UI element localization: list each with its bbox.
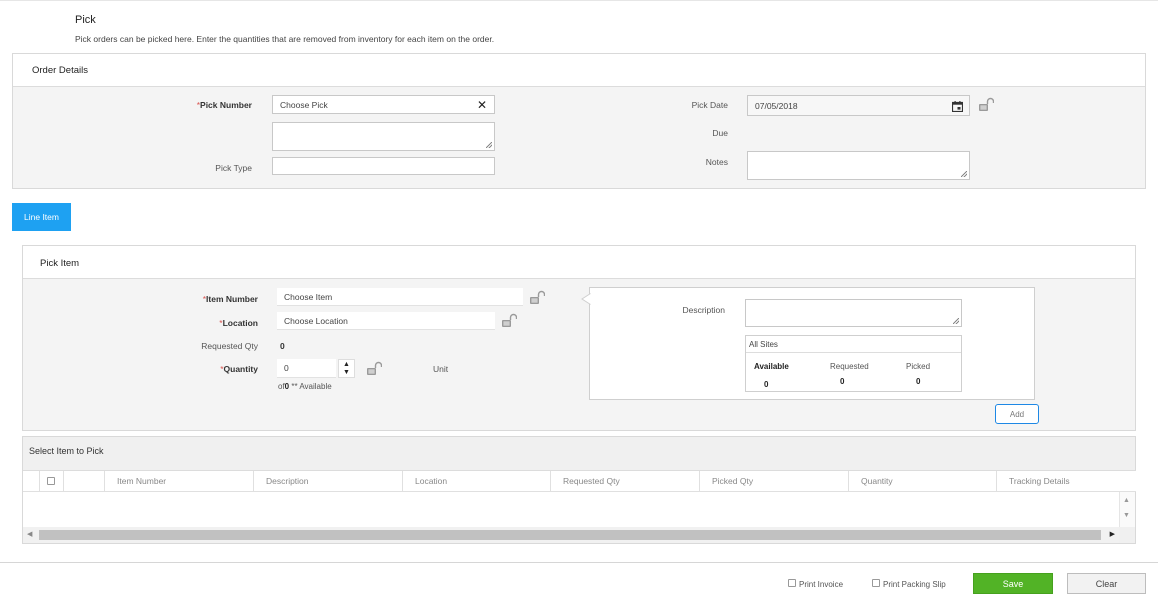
- sites-available-label: Available: [754, 362, 789, 371]
- vertical-scrollbar[interactable]: ▲ ▼: [1119, 492, 1135, 527]
- col-quantity[interactable]: Quantity: [849, 471, 997, 491]
- requested-qty-label: Requested Qty: [201, 341, 258, 351]
- description-label: Description: [682, 305, 725, 315]
- col-location[interactable]: Location: [403, 471, 551, 491]
- available-of: of: [278, 382, 285, 391]
- col-item-number[interactable]: Item Number: [105, 471, 254, 491]
- grid-body: [23, 492, 1119, 527]
- print-packing-slip-checkbox[interactable]: [872, 579, 880, 587]
- description-textarea[interactable]: [745, 299, 962, 327]
- due-label: Due: [712, 128, 728, 138]
- quantity-stepper[interactable]: ▲ ▼: [338, 359, 355, 378]
- pick-date-input[interactable]: 07/05/2018: [747, 95, 970, 116]
- pick-date-label: Pick Date: [691, 100, 728, 110]
- requested-qty-value: 0: [280, 341, 285, 351]
- pick-number-placeholder: Choose Pick: [280, 99, 328, 110]
- pick-type-input[interactable]: [272, 157, 495, 175]
- all-sites-title: All Sites: [746, 336, 961, 353]
- pick-number-label: *Pick Number: [196, 100, 252, 110]
- print-invoice-label[interactable]: Print Invoice: [799, 580, 843, 589]
- select-item-heading: Select Item to Pick: [29, 446, 104, 456]
- col-picked-qty[interactable]: Picked Qty: [700, 471, 849, 491]
- horizontal-scrollbar[interactable]: ◀ ▶: [23, 527, 1119, 543]
- print-invoice-checkbox[interactable]: [788, 579, 796, 587]
- quantity-label: *Quantity: [220, 364, 258, 374]
- select-all-cell: [40, 471, 64, 491]
- col-description[interactable]: Description: [254, 471, 403, 491]
- unlock-icon[interactable]: [366, 361, 382, 377]
- sites-available-value: 0: [764, 380, 769, 389]
- pointer-arrow-icon: [581, 293, 591, 305]
- quantity-input[interactable]: 0: [277, 359, 336, 378]
- save-button[interactable]: Save: [973, 573, 1053, 594]
- increment-icon[interactable]: ▲: [343, 361, 350, 368]
- add-button[interactable]: Add: [995, 404, 1039, 424]
- pick-date-value: 07/05/2018: [755, 100, 798, 111]
- print-packing-slip-label[interactable]: Print Packing Slip: [883, 580, 946, 589]
- unlock-icon[interactable]: [978, 97, 994, 113]
- available-hint: of0 ** Available: [278, 382, 332, 391]
- top-divider: [0, 0, 1158, 1]
- available-suffix: ** Available: [289, 382, 332, 391]
- grid-spacer: [23, 471, 40, 491]
- scroll-up-icon[interactable]: ▲: [1123, 497, 1130, 504]
- sites-picked-label: Picked: [906, 362, 931, 371]
- sites-picked-value: 0: [916, 377, 921, 386]
- footer-divider: [0, 562, 1158, 563]
- sites-requested-label: Requested: [830, 362, 869, 371]
- order-details-header: Order Details: [13, 54, 1145, 87]
- pick-type-label: Pick Type: [215, 163, 252, 173]
- decrement-icon[interactable]: ▼: [343, 369, 350, 376]
- scroll-down-icon[interactable]: ▼: [1123, 512, 1130, 519]
- notes-label: Notes: [705, 157, 728, 167]
- item-number-label: *Item Number: [202, 294, 258, 304]
- clear-button[interactable]: Clear: [1067, 573, 1146, 594]
- unit-label: Unit: [433, 364, 449, 374]
- location-label: *Location: [219, 318, 258, 328]
- select-all-checkbox[interactable]: [47, 477, 55, 485]
- scroll-thumb[interactable]: [39, 530, 1101, 540]
- pick-item-heading: Pick Item: [40, 258, 80, 269]
- calendar-icon[interactable]: [952, 101, 963, 112]
- clear-pick-icon[interactable]: ✕: [477, 98, 487, 112]
- scroll-left-icon[interactable]: ◀: [27, 530, 32, 538]
- pick-number-select[interactable]: Choose Pick ✕: [272, 95, 495, 114]
- all-sites-box: All Sites Available Requested Picked 0 0…: [745, 335, 962, 392]
- sites-requested-value: 0: [840, 377, 845, 386]
- unlock-icon[interactable]: [529, 290, 545, 306]
- col-tracking-details[interactable]: Tracking Details: [997, 471, 1120, 491]
- grid-spacer: [64, 471, 105, 491]
- pick-number-details-textarea[interactable]: [272, 122, 495, 151]
- line-item-tab[interactable]: Line Item: [12, 203, 71, 231]
- page-title: Pick: [75, 14, 96, 26]
- col-requested-qty[interactable]: Requested Qty: [551, 471, 700, 491]
- grid-header-row: Item Number Description Location Request…: [23, 470, 1136, 492]
- notes-textarea[interactable]: [747, 151, 970, 180]
- scroll-right-icon[interactable]: ▶: [1110, 530, 1115, 538]
- order-details-heading: Order Details: [32, 65, 88, 76]
- pick-item-header: Pick Item: [23, 246, 1135, 279]
- unlock-icon[interactable]: [501, 313, 517, 329]
- item-number-select[interactable]: Choose Item: [277, 288, 523, 306]
- location-select[interactable]: Choose Location: [277, 312, 495, 330]
- page-subtitle: Pick orders can be picked here. Enter th…: [75, 34, 495, 44]
